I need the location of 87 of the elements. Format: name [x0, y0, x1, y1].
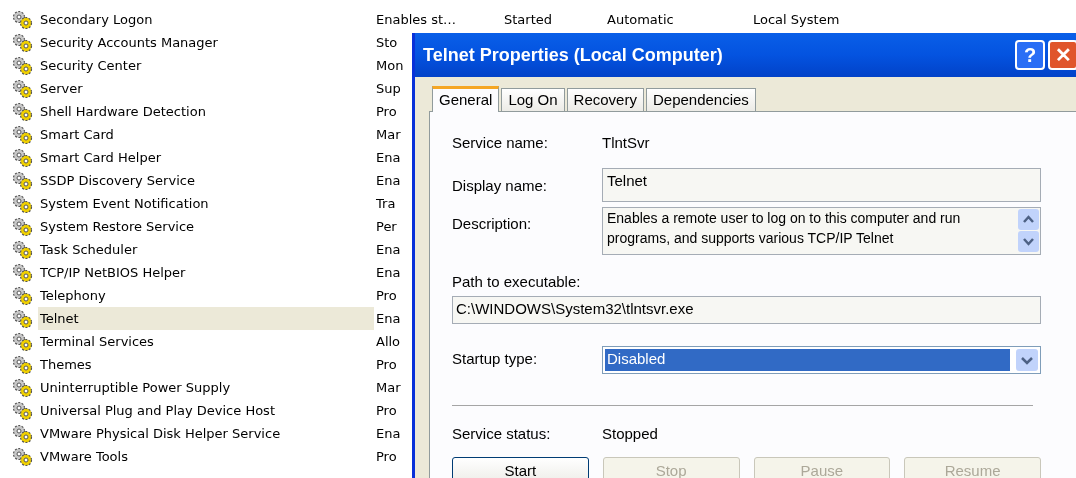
service-name[interactable]: Task Scheduler: [38, 238, 374, 261]
service-description: Ena: [376, 240, 401, 259]
window-title: Telnet Properties (Local Computer): [423, 43, 723, 67]
service-description: Ena: [376, 424, 401, 443]
service-name[interactable]: VMware Tools: [38, 445, 374, 468]
service-name[interactable]: Uninterruptible Power Supply: [38, 376, 374, 399]
service-name[interactable]: Terminal Services: [38, 330, 374, 353]
tab[interactable]: Recovery: [566, 88, 644, 111]
tab[interactable]: Log On: [501, 88, 565, 111]
gears-icon: [12, 285, 34, 306]
gears-icon: [12, 101, 34, 122]
service-name[interactable]: SSDP Discovery Service: [38, 169, 374, 192]
gears-icon: [12, 9, 34, 30]
service-name[interactable]: Telnet: [38, 307, 374, 330]
service-startup-type: Automatic: [607, 10, 675, 29]
service-description: Pro: [376, 102, 397, 121]
service-description: Ena: [376, 148, 401, 167]
service-description: Pro: [376, 447, 397, 466]
description-field[interactable]: Enables a remote user to log on to this computer and run programs, and supports various TCP/IP Telnet: [602, 207, 1041, 255]
service-name[interactable]: Smart Card Helper: [38, 146, 374, 169]
service-description: Ena: [376, 263, 401, 282]
service-status-value: Stopped: [602, 423, 658, 444]
field-label: Service status:: [452, 423, 552, 444]
tab[interactable]: Dependencies: [645, 88, 756, 111]
path-field[interactable]: C:\WINDOWS\System32\tlntsvr.exe: [452, 295, 1041, 324]
field-label: Path to executable:: [452, 272, 582, 292]
service-name[interactable]: Smart Card: [38, 123, 374, 146]
gears-icon: [12, 308, 34, 329]
service-name[interactable]: Themes: [38, 353, 374, 376]
close-button[interactable]: ✕: [1048, 40, 1076, 70]
gears-icon: [12, 400, 34, 421]
scroll-down-icon[interactable]: [1018, 231, 1039, 252]
gears-icon: [12, 124, 34, 145]
service-description: Sto: [376, 33, 398, 52]
gears-icon: [12, 239, 34, 260]
service-log-on: Local System: [753, 10, 840, 29]
service-name[interactable]: Universal Plug and Play Device Host: [38, 399, 374, 422]
service-description: Tra: [376, 194, 396, 213]
service-name-value: TlntSvr: [602, 132, 650, 153]
gears-icon: [12, 331, 34, 352]
service-name[interactable]: Telephony: [38, 284, 374, 307]
gears-icon: [12, 423, 34, 444]
gears-icon: [12, 147, 34, 168]
startup-type-dropdown[interactable]: Disabled: [602, 345, 1041, 374]
gears-icon: [12, 446, 34, 467]
service-description: Pro: [376, 355, 397, 374]
service-name[interactable]: Server: [38, 77, 374, 100]
gears-icon: [12, 78, 34, 99]
service-status: Started: [504, 10, 553, 29]
description-text: Enables a remote user to log on to this computer and run programs, and supports various TCP/IP Telnet: [607, 209, 962, 248]
service-button[interactable]: Start: [452, 457, 589, 478]
service-description: Sup: [376, 79, 401, 98]
service-description: Ena: [376, 171, 401, 190]
service-name[interactable]: Security Accounts Manager: [38, 31, 374, 54]
help-button[interactable]: ?: [1015, 40, 1045, 70]
gears-icon: [12, 193, 34, 214]
tab[interactable]: General: [432, 86, 500, 112]
service-name[interactable]: Security Center: [38, 54, 374, 77]
service-name[interactable]: TCP/IP NetBIOS Helper: [38, 261, 374, 284]
scroll-up-icon[interactable]: [1018, 209, 1039, 230]
service-name[interactable]: VMware Physical Disk Helper Service: [38, 422, 374, 445]
service-description: Ena: [376, 309, 401, 328]
service-description: Pro: [376, 286, 397, 305]
gears-icon: [12, 216, 34, 237]
service-description: Enables st…: [376, 10, 457, 29]
service-name[interactable]: System Restore Service: [38, 215, 374, 238]
field-label: Startup type:: [452, 349, 539, 370]
gears-icon: [12, 55, 34, 76]
field-label: Display name:: [452, 176, 549, 196]
service-name[interactable]: Shell Hardware Detection: [38, 100, 374, 123]
gears-icon: [12, 170, 34, 191]
service-description: Mar: [376, 125, 401, 144]
service-description: Allo: [376, 332, 401, 351]
service-description: Mar: [376, 378, 401, 397]
service-name[interactable]: Secondary Logon: [38, 8, 374, 31]
service-description: Per: [376, 217, 397, 236]
service-name[interactable]: System Event Notification: [38, 192, 374, 215]
field-label: Description:: [452, 214, 533, 234]
gears-icon: [12, 354, 34, 375]
gears-icon: [12, 262, 34, 283]
service-description: Pro: [376, 401, 397, 420]
gears-icon: [12, 32, 34, 53]
dropdown-value: Disabled: [605, 348, 1010, 371]
gears-icon: [12, 377, 34, 398]
service-description: Mon: [376, 56, 404, 75]
display-name-field[interactable]: Telnet: [602, 168, 1041, 202]
field-label: Service name:: [452, 132, 549, 153]
